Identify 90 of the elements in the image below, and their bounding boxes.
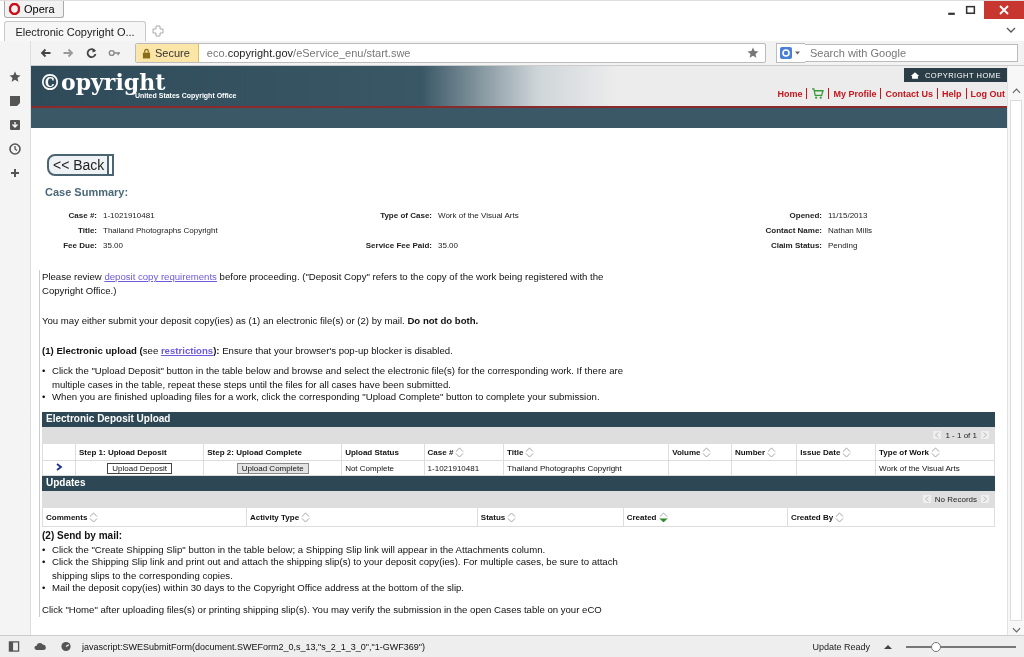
logo-icon	[9, 3, 20, 15]
table-title: Updates	[46, 477, 86, 488]
chevron-down-icon[interactable]	[1006, 27, 1016, 33]
paragraph: You may either submit your deposit copy(ies) as (1) an electronic file(s) or (2) by mail. Do not do both.	[42, 314, 480, 328]
field-value: 35.00	[438, 241, 460, 250]
field-label: Case #:	[67, 211, 97, 220]
nav-link[interactable]: My Profile	[833, 88, 877, 99]
table-title: Electronic Deposit Upload	[46, 413, 171, 424]
update-status[interactable]: Update Ready	[812, 641, 870, 652]
site-logo[interactable]: ©opyright	[39, 70, 209, 94]
star-icon[interactable]	[747, 47, 759, 59]
section-title: Case Summary:	[45, 186, 130, 198]
menu-button[interactable]: Opera	[4, 1, 64, 18]
field-value: 35.00	[103, 241, 125, 250]
upload-complete-button[interactable]: Upload Complete	[236, 462, 309, 474]
bullet: •	[42, 543, 47, 557]
nav-link[interactable]: Home	[777, 88, 803, 99]
link[interactable]: restrictions	[160, 345, 214, 356]
column-header[interactable]: Created By	[790, 512, 834, 522]
key-icon[interactable]	[108, 47, 121, 59]
field-label: Claim Status:	[769, 241, 822, 250]
bullet: •	[42, 390, 47, 404]
field-value: Thailand Photographs Copyright	[103, 226, 219, 235]
link[interactable]: deposit copy requirements	[104, 271, 217, 282]
table-cell: Thailand Photographs Copyright	[507, 463, 622, 473]
column-header[interactable]: Comments	[46, 512, 88, 522]
pager: 1 - 1 of 1	[945, 430, 977, 440]
field-label: Title:	[77, 226, 97, 235]
sort-descending-icon[interactable]	[658, 511, 668, 523]
column-header[interactable]: Case #	[427, 447, 454, 457]
table-cell: Not Complete	[345, 463, 395, 473]
reload-icon[interactable]	[85, 47, 98, 59]
column-header[interactable]: Title	[507, 447, 524, 457]
paragraph: (1) Electronic upload (see restrictions): Ensure that your browser's pop-up blocker is disabled.	[42, 344, 454, 358]
caret-up-icon[interactable]	[884, 644, 892, 649]
column-header[interactable]: Activity Type	[249, 512, 300, 522]
field-label: Opened:	[788, 211, 822, 220]
bullet: •	[42, 581, 47, 595]
field-label: Type of Case:	[379, 211, 432, 220]
star-icon[interactable]	[9, 71, 21, 83]
secure-badge[interactable]: Secure	[136, 44, 199, 62]
pager: No Records	[934, 494, 977, 504]
panel-icon[interactable]	[8, 641, 20, 652]
zoom-slider[interactable]	[906, 641, 1016, 652]
scroll-up-icon[interactable]	[1011, 88, 1021, 94]
paragraph: Please review deposit copy requirements before proceeding. ("Deposit Copy" refers to the copy of the work being registered with the Copyright Office.)	[42, 270, 605, 298]
nav-link[interactable]: Contact Us	[885, 88, 933, 99]
list-item: When you are finished uploading files for a work, click the corresponding "Upload Complete" button to complete your submission.	[52, 390, 600, 404]
plus-icon[interactable]	[9, 167, 21, 179]
upload-deposit-button[interactable]: Upload Deposit	[107, 462, 172, 474]
field-label: Fee Due:	[62, 241, 97, 250]
field-value: Pending	[828, 241, 859, 250]
speedometer-icon[interactable]	[60, 641, 72, 652]
section-heading: (2) Send by mail:	[42, 530, 123, 541]
paragraph: Click "Home" after uploading files(s) or printing shipping slip(s). You may verify the submission in the open Cases table on your eCO	[42, 603, 603, 617]
clock-icon[interactable]	[9, 143, 21, 155]
note-icon[interactable]	[9, 95, 21, 107]
back-icon[interactable]	[39, 47, 52, 59]
cart-icon[interactable]	[811, 88, 825, 99]
maximize-icon[interactable]	[965, 5, 976, 16]
column-header[interactable]: Status	[480, 512, 506, 522]
scrollbar[interactable]	[1007, 66, 1024, 635]
nav-link[interactable]: Help	[942, 88, 962, 99]
scroll-down-icon[interactable]	[1011, 627, 1021, 633]
field-value: 11/15/2013	[828, 211, 869, 220]
close-icon[interactable]	[984, 1, 1024, 19]
download-icon[interactable]	[9, 119, 21, 131]
back-button[interactable]: << Back	[47, 154, 115, 176]
forward-icon[interactable]	[62, 47, 75, 59]
field-label: Service Fee Paid:	[364, 241, 432, 250]
address-field[interactable]: Secure eco.copyright.gov/eService_enu/start.swe	[135, 43, 766, 63]
table-cell: Work of the Visual Arts	[879, 463, 960, 473]
status-text: javascript:SWESubmitForm(document.SWEForm2_0,s_13,"s_2_1_3_0","1-GWF369")	[82, 641, 426, 652]
list-item: Click the "Create Shipping Slip" button in the table below; a Shipping Slip link will appear in the Attachments column.	[52, 543, 546, 557]
nav-link[interactable]: Log Out	[970, 88, 1005, 99]
list-item: Mail the deposit copy(ies) within 30 days to the Copyright Office address at the bottom of the slip.	[52, 581, 465, 595]
bullet: •	[42, 555, 47, 569]
bullet: •	[42, 364, 47, 378]
list-item: Click the "Upload Deposit" button in the table below and browse and select the electronic file(s) for the corresponding work. If there are multiple cases in the table, repeat these steps until the files for all cases have been submitted.	[52, 364, 624, 392]
slider-thumb[interactable]	[930, 641, 941, 652]
field-value: Work of the Visual Arts	[438, 211, 520, 220]
browser-tab[interactable]: Electronic Copyright O...	[4, 21, 146, 41]
list-item: Click the Shipping Slip link and print out and attach the shipping slip(s) to your deposit copy(ies). For multiple cases, be sure to attach shipping slips to the corresponding copies.	[52, 555, 619, 583]
cloud-icon[interactable]	[34, 641, 46, 652]
house-icon	[909, 70, 920, 80]
field-label: Contact Name:	[764, 226, 822, 235]
field-value: Nathan Mills	[828, 226, 873, 235]
field-value: 1-1021910481	[103, 211, 156, 220]
table-cell: 1-1021910481	[427, 463, 480, 473]
column-header[interactable]: Created	[626, 512, 657, 522]
